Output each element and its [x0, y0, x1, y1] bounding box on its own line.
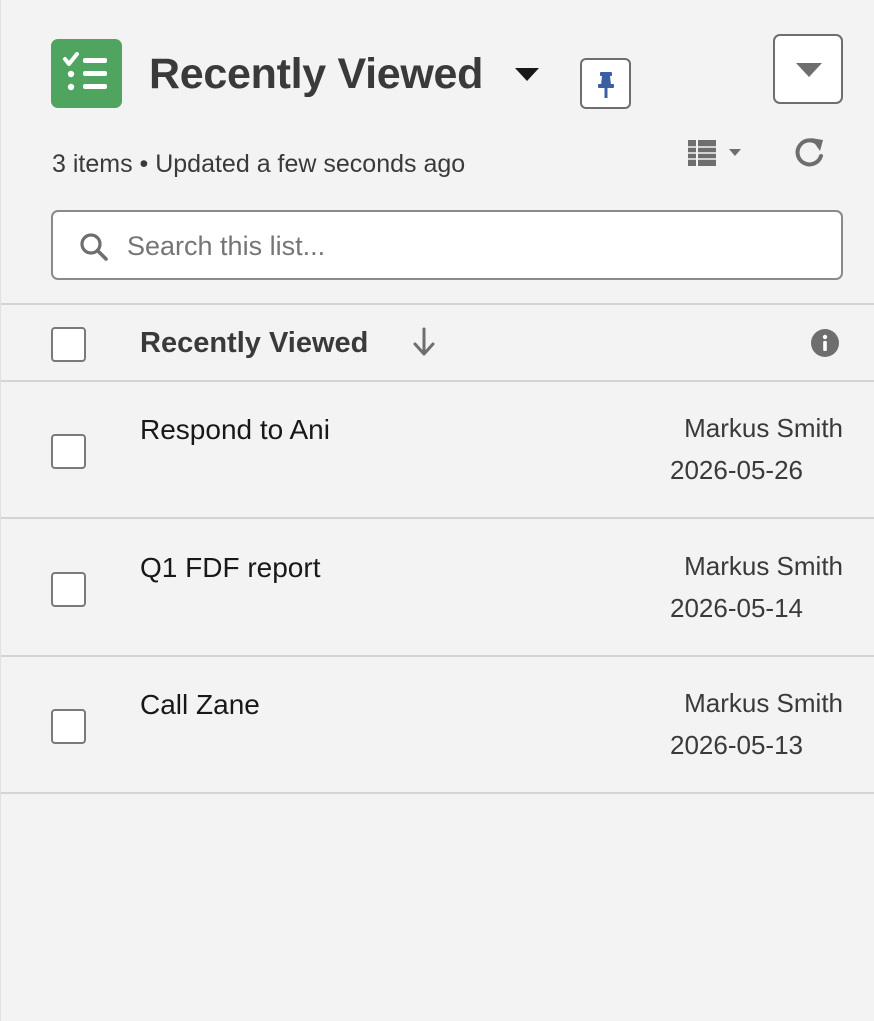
row-checkbox[interactable]: [51, 434, 86, 469]
refresh-icon: [795, 138, 823, 167]
row-name-link[interactable]: Q1 FDF report: [140, 551, 320, 585]
list-view-picker-button[interactable]: [513, 64, 541, 84]
select-all-checkbox[interactable]: [51, 327, 86, 362]
search-icon: [80, 233, 108, 261]
row-owner: Markus Smith: [684, 688, 843, 718]
info-icon: [811, 329, 839, 357]
sort-button[interactable]: [411, 326, 437, 358]
search-input[interactable]: [125, 212, 829, 280]
refresh-button[interactable]: [789, 134, 829, 174]
row-date: 2026-05-13: [670, 730, 803, 760]
divider: [1, 792, 874, 794]
list-actions-button[interactable]: [773, 34, 843, 104]
row-owner: Markus Smith: [684, 413, 843, 443]
display-as-button[interactable]: [685, 135, 747, 171]
row-name-link[interactable]: Call Zane: [140, 688, 260, 722]
page-title: Recently Viewed: [149, 50, 484, 98]
table-row[interactable]: Call Zane Markus Smith 2026-05-13: [1, 656, 874, 792]
arrow-down-icon: [413, 327, 435, 356]
row-date: 2026-05-14: [670, 593, 803, 623]
row-name-link[interactable]: Respond to Ani: [140, 413, 330, 447]
table-row[interactable]: Q1 FDF report Markus Smith 2026-05-14: [1, 519, 874, 655]
table-view-icon: [688, 140, 741, 166]
pin-list-button[interactable]: [580, 58, 631, 109]
pin-icon: [598, 72, 614, 98]
column-header-recently-viewed[interactable]: Recently Viewed: [140, 325, 368, 361]
divider: [1, 303, 874, 305]
list-status: 3 items • Updated a few seconds ago: [52, 150, 466, 178]
list-view-panel: Recently Viewed 3 items • Updated a few …: [0, 0, 874, 1021]
task-list-icon: [51, 39, 122, 108]
row-owner: Markus Smith: [684, 551, 843, 581]
column-info-button[interactable]: [810, 328, 840, 358]
row-checkbox[interactable]: [51, 709, 86, 744]
caret-down-icon: [796, 63, 822, 77]
caret-down-icon: [515, 68, 539, 81]
search-box[interactable]: [51, 210, 843, 280]
row-date: 2026-05-26: [670, 455, 803, 485]
row-checkbox[interactable]: [51, 572, 86, 607]
table-row[interactable]: Respond to Ani Markus Smith 2026-05-26: [1, 381, 874, 517]
